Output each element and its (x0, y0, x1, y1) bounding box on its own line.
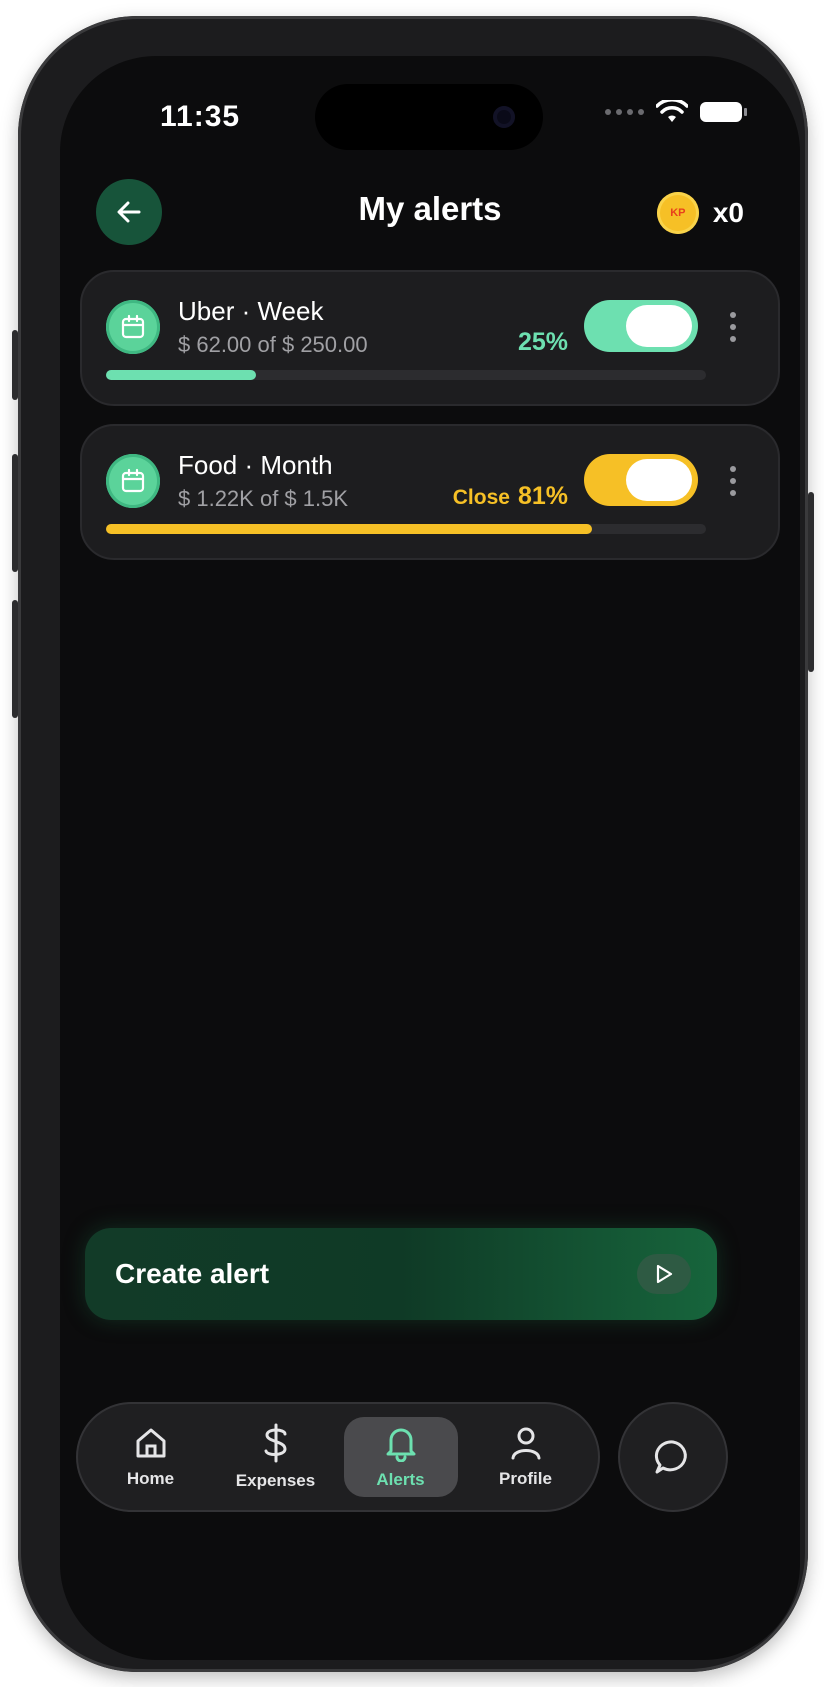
wifi-icon (656, 100, 688, 122)
dollar-icon (264, 1423, 287, 1463)
alert-toggle[interactable] (584, 454, 698, 506)
more-options-icon[interactable] (730, 466, 736, 496)
tab-label: Alerts (376, 1470, 425, 1489)
phone-frame: 11:35 My alerts KP x0 Uber · Week $ 62.0… (12, 16, 814, 1672)
status-time: 11:35 (160, 100, 241, 133)
chat-button[interactable] (618, 1402, 728, 1512)
battery-icon (700, 102, 747, 122)
alert-toggle[interactable] (584, 300, 698, 352)
status-icons (605, 100, 747, 124)
coin-balance[interactable]: KP x0 (656, 192, 744, 234)
alert-percent: 25% (517, 328, 568, 356)
tab-profile[interactable]: Profile (469, 1417, 583, 1497)
power-button (808, 492, 814, 672)
tab-label: Home (126, 1469, 175, 1488)
user-icon (511, 1427, 540, 1460)
progress-track (106, 524, 706, 534)
coin-badge-text: KP (670, 207, 686, 219)
alert-title: Uber · Week (178, 296, 324, 326)
alert-card[interactable]: Food · Month $ 1.22K of $ 1.5K Close 81% (80, 424, 780, 560)
volume-down-button (12, 600, 18, 718)
alert-percent-group: Close 81% (453, 482, 568, 511)
signal-icon (605, 109, 644, 115)
tab-expenses[interactable]: Expenses (219, 1417, 333, 1497)
toggle-knob (626, 305, 692, 347)
app-screen: 11:35 My alerts KP x0 Uber · Week $ 62.0… (60, 56, 800, 1660)
volume-up-button (12, 454, 18, 572)
coin-icon: KP (656, 192, 699, 234)
tab-home[interactable]: Home (94, 1417, 208, 1497)
create-alert-label: Create alert (115, 1258, 270, 1289)
alert-amount: $ 62.00 of $ 250.00 (178, 332, 368, 357)
dynamic-island (315, 84, 543, 150)
alert-amount: $ 1.22K of $ 1.5K (178, 486, 349, 511)
alert-title: Food · Month (178, 450, 333, 480)
coin-count: x0 (712, 197, 744, 228)
toggle-knob (626, 459, 692, 501)
play-icon (637, 1254, 691, 1294)
home-icon (136, 1428, 165, 1458)
alert-percent-group: 25% (510, 328, 568, 357)
tab-label: Profile (499, 1469, 552, 1488)
alert-percent: 81% (517, 482, 568, 510)
chat-bubble-icon (654, 1440, 687, 1474)
camera-icon (493, 106, 515, 128)
calendar-icon (106, 300, 160, 354)
tab-alerts[interactable]: Alerts (343, 1417, 458, 1497)
progress-fill (106, 370, 256, 380)
bell-icon (386, 1428, 415, 1462)
progress-track (106, 370, 706, 380)
bottom-tab-bar: Home Expenses Alerts Profile (76, 1402, 600, 1512)
mute-switch (12, 330, 18, 400)
alert-card[interactable]: Uber · Week $ 62.00 of $ 250.00 25% (80, 270, 780, 406)
more-options-icon[interactable] (730, 312, 736, 342)
alert-status-prefix: Close (452, 486, 510, 509)
calendar-icon (106, 454, 160, 508)
create-alert-button[interactable]: Create alert (85, 1228, 717, 1320)
tab-label: Expenses (235, 1471, 316, 1490)
progress-fill (106, 524, 592, 534)
